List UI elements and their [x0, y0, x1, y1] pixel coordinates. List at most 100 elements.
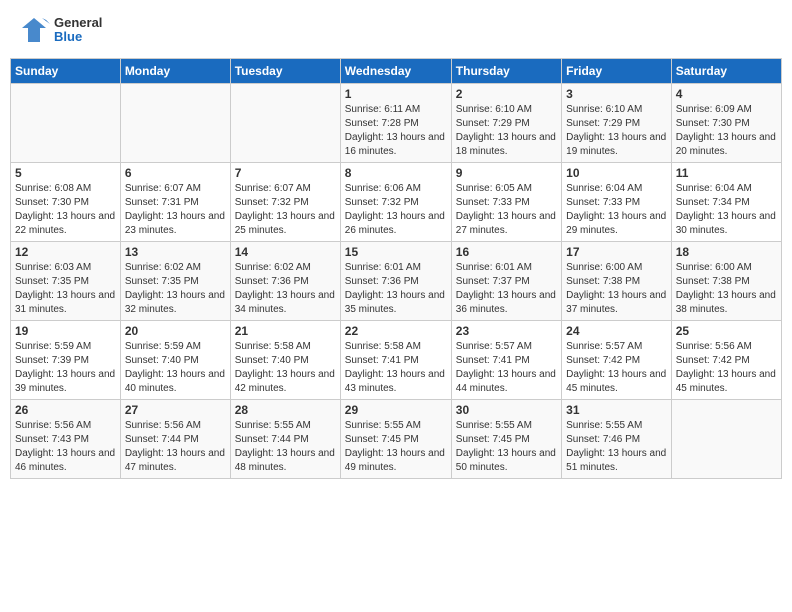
day-info: Sunrise: 5:56 AM Sunset: 7:43 PM Dayligh…: [15, 419, 116, 475]
day-number: 20: [125, 324, 226, 338]
day-info: Sunrise: 5:58 AM Sunset: 7:41 PM Dayligh…: [345, 340, 447, 396]
day-number: 29: [345, 403, 447, 417]
day-number: 10: [566, 166, 667, 180]
day-number: 21: [235, 324, 336, 338]
calendar-week-row: 1 Sunrise: 6:11 AM Sunset: 7:28 PM Daylig…: [11, 84, 782, 163]
day-info: Sunrise: 6:10 AM Sunset: 7:29 PM Dayligh…: [566, 103, 667, 159]
logo: General Blue: [18, 14, 102, 46]
day-info: Sunrise: 5:55 AM Sunset: 7:44 PM Dayligh…: [235, 419, 336, 475]
day-number: 23: [456, 324, 557, 338]
day-number: 26: [15, 403, 116, 417]
calendar-day-cell: 13 Sunrise: 6:02 AM Sunset: 7:35 PM Dayli…: [120, 242, 230, 321]
day-info: Sunrise: 6:05 AM Sunset: 7:33 PM Dayligh…: [456, 182, 557, 238]
calendar-day-cell: 19Sunrise: 5:59 AM Sunset: 7:39 PM Dayli…: [11, 321, 121, 400]
weekday-header-cell: Wednesday: [340, 59, 451, 84]
day-info: Sunrise: 6:08 AM Sunset: 7:30 PM Dayligh…: [15, 182, 116, 238]
day-number: 5: [15, 166, 116, 180]
day-info: Sunrise: 6:01 AM Sunset: 7:36 PM Dayligh…: [345, 261, 447, 317]
calendar-day-cell: 26 Sunrise: 5:56 AM Sunset: 7:43 PM Dayli…: [11, 400, 121, 479]
day-info: Sunrise: 6:02 AM Sunset: 7:35 PM Dayligh…: [125, 261, 226, 317]
day-number: 16: [456, 245, 557, 259]
day-info: Sunrise: 5:59 AM Sunset: 7:40 PM Dayligh…: [125, 340, 226, 396]
day-number: 15: [345, 245, 447, 259]
calendar-body: 1 Sunrise: 6:11 AM Sunset: 7:28 PM Daylig…: [11, 84, 782, 479]
day-number: 13: [125, 245, 226, 259]
logo-general: General: [54, 16, 102, 30]
day-number: 25: [676, 324, 777, 338]
day-number: 7: [235, 166, 336, 180]
logo-text: General Blue: [54, 16, 102, 45]
calendar-day-cell: 23 Sunrise: 5:57 AM Sunset: 7:41 PM Dayli…: [451, 321, 561, 400]
day-info: Sunrise: 6:07 AM Sunset: 7:31 PM Dayligh…: [125, 182, 226, 238]
day-number: 30: [456, 403, 557, 417]
day-info: Sunrise: 6:10 AM Sunset: 7:29 PM Dayligh…: [456, 103, 557, 159]
calendar-day-cell: 27Sunrise: 5:56 AM Sunset: 7:44 PM Dayli…: [120, 400, 230, 479]
day-info: Sunrise: 5:55 AM Sunset: 7:45 PM Dayligh…: [456, 419, 557, 475]
day-number: 19: [15, 324, 116, 338]
day-info: Sunrise: 5:56 AM Sunset: 7:44 PM Dayligh…: [125, 419, 226, 475]
day-info: Sunrise: 5:57 AM Sunset: 7:42 PM Dayligh…: [566, 340, 667, 396]
day-number: 22: [345, 324, 447, 338]
calendar-week-row: 26 Sunrise: 5:56 AM Sunset: 7:43 PM Dayli…: [11, 400, 782, 479]
day-number: 1: [345, 87, 447, 101]
day-info: Sunrise: 5:57 AM Sunset: 7:41 PM Dayligh…: [456, 340, 557, 396]
calendar-table: SundayMondayTuesdayWednesdayThursdayFrid…: [10, 58, 782, 479]
page-header: General Blue: [10, 10, 782, 50]
day-info: Sunrise: 6:02 AM Sunset: 7:36 PM Dayligh…: [235, 261, 336, 317]
calendar-day-cell: [671, 400, 781, 479]
calendar-day-cell: 10 Sunrise: 6:04 AM Sunset: 7:33 PM Dayli…: [562, 163, 672, 242]
calendar-day-cell: 20 Sunrise: 5:59 AM Sunset: 7:40 PM Dayli…: [120, 321, 230, 400]
weekday-header-cell: Thursday: [451, 59, 561, 84]
calendar-day-cell: 4 Sunrise: 6:09 AM Sunset: 7:30 PM Daylig…: [671, 84, 781, 163]
calendar-day-cell: 1 Sunrise: 6:11 AM Sunset: 7:28 PM Daylig…: [340, 84, 451, 163]
calendar-day-cell: 18Sunrise: 6:00 AM Sunset: 7:38 PM Dayli…: [671, 242, 781, 321]
calendar-day-cell: [11, 84, 121, 163]
calendar-day-cell: 15 Sunrise: 6:01 AM Sunset: 7:36 PM Dayli…: [340, 242, 451, 321]
day-info: Sunrise: 6:00 AM Sunset: 7:38 PM Dayligh…: [566, 261, 667, 317]
calendar-day-cell: 8 Sunrise: 6:06 AM Sunset: 7:32 PM Daylig…: [340, 163, 451, 242]
day-number: 8: [345, 166, 447, 180]
day-number: 17: [566, 245, 667, 259]
calendar-day-cell: [120, 84, 230, 163]
logo-container: General Blue: [18, 14, 102, 46]
day-number: 28: [235, 403, 336, 417]
day-info: Sunrise: 6:11 AM Sunset: 7:28 PM Dayligh…: [345, 103, 447, 159]
weekday-header-cell: Tuesday: [230, 59, 340, 84]
day-info: Sunrise: 5:56 AM Sunset: 7:42 PM Dayligh…: [676, 340, 777, 396]
day-info: Sunrise: 6:04 AM Sunset: 7:33 PM Dayligh…: [566, 182, 667, 238]
day-number: 9: [456, 166, 557, 180]
day-info: Sunrise: 5:55 AM Sunset: 7:46 PM Dayligh…: [566, 419, 667, 475]
calendar-day-cell: 3Sunrise: 6:10 AM Sunset: 7:29 PM Daylig…: [562, 84, 672, 163]
calendar-week-row: 19Sunrise: 5:59 AM Sunset: 7:39 PM Dayli…: [11, 321, 782, 400]
day-info: Sunrise: 5:55 AM Sunset: 7:45 PM Dayligh…: [345, 419, 447, 475]
day-number: 2: [456, 87, 557, 101]
calendar-day-cell: 2 Sunrise: 6:10 AM Sunset: 7:29 PM Daylig…: [451, 84, 561, 163]
day-number: 4: [676, 87, 777, 101]
day-number: 18: [676, 245, 777, 259]
day-number: 24: [566, 324, 667, 338]
calendar-week-row: 12 Sunrise: 6:03 AM Sunset: 7:35 PM Dayli…: [11, 242, 782, 321]
day-info: Sunrise: 6:03 AM Sunset: 7:35 PM Dayligh…: [15, 261, 116, 317]
calendar-day-cell: 12 Sunrise: 6:03 AM Sunset: 7:35 PM Dayli…: [11, 242, 121, 321]
day-info: Sunrise: 6:07 AM Sunset: 7:32 PM Dayligh…: [235, 182, 336, 238]
calendar-day-cell: 31 Sunrise: 5:55 AM Sunset: 7:46 PM Dayli…: [562, 400, 672, 479]
weekday-header-cell: Friday: [562, 59, 672, 84]
logo-bird-icon: [18, 14, 50, 46]
day-info: Sunrise: 6:06 AM Sunset: 7:32 PM Dayligh…: [345, 182, 447, 238]
weekday-header-cell: Sunday: [11, 59, 121, 84]
logo-blue: Blue: [54, 30, 102, 44]
day-number: 12: [15, 245, 116, 259]
calendar-day-cell: 9 Sunrise: 6:05 AM Sunset: 7:33 PM Daylig…: [451, 163, 561, 242]
day-number: 11: [676, 166, 777, 180]
day-info: Sunrise: 6:09 AM Sunset: 7:30 PM Dayligh…: [676, 103, 777, 159]
calendar-day-cell: 6 Sunrise: 6:07 AM Sunset: 7:31 PM Daylig…: [120, 163, 230, 242]
calendar-day-cell: 28 Sunrise: 5:55 AM Sunset: 7:44 PM Dayli…: [230, 400, 340, 479]
calendar-day-cell: [230, 84, 340, 163]
calendar-day-cell: 16Sunrise: 6:01 AM Sunset: 7:37 PM Dayli…: [451, 242, 561, 321]
calendar-day-cell: 24 Sunrise: 5:57 AM Sunset: 7:42 PM Dayli…: [562, 321, 672, 400]
day-number: 6: [125, 166, 226, 180]
calendar-day-cell: 22 Sunrise: 5:58 AM Sunset: 7:41 PM Dayli…: [340, 321, 451, 400]
weekday-header-row: SundayMondayTuesdayWednesdayThursdayFrid…: [11, 59, 782, 84]
day-number: 31: [566, 403, 667, 417]
day-info: Sunrise: 6:04 AM Sunset: 7:34 PM Dayligh…: [676, 182, 777, 238]
